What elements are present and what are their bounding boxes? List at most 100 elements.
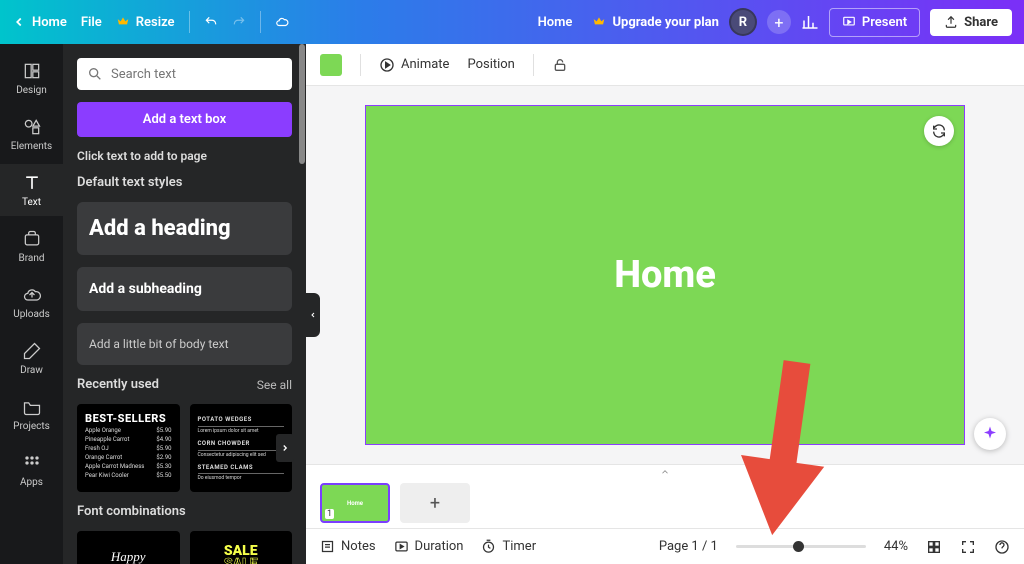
position-button[interactable]: Position [467,57,514,72]
resize-button[interactable]: Resize [116,15,175,30]
slide-text[interactable]: Home [614,253,716,297]
design-icon [22,61,42,81]
file-menu[interactable]: File [81,15,102,30]
font-combo-2[interactable]: SALE SALE SALE [190,531,293,564]
share-button[interactable]: Share [930,9,1012,36]
recent-header: Recently used See all [77,377,292,392]
analytics-icon[interactable] [801,13,819,31]
back-home-button[interactable]: Home [12,15,67,30]
rail-elements[interactable]: Elements [0,108,63,160]
canvas-toolbar: Animate Position [306,44,1024,86]
canvas-stage[interactable]: Home [306,86,1024,464]
home-label: Home [32,15,67,30]
slide[interactable]: Home [365,105,965,445]
avatar[interactable]: R [729,8,757,36]
separator [189,11,190,33]
color-swatch[interactable] [320,54,342,76]
separator [533,54,534,76]
play-icon [842,15,856,29]
chevron-left-icon [12,15,26,29]
rail-projects[interactable]: Projects [0,388,63,440]
see-all-link[interactable]: See all [257,378,292,392]
duration-icon [394,539,409,554]
main: Design Elements Text Brand Uploads Draw … [0,44,1024,564]
projects-icon [22,397,42,417]
zoom-knob[interactable] [793,541,804,552]
upload-icon [22,285,42,305]
recent-next-button[interactable] [276,434,294,462]
search-input[interactable] [111,67,282,82]
topbar-left: Home File Resize [12,11,289,33]
recent-label: Recently used [77,377,159,392]
add-text-box-button[interactable]: Add a text box [77,102,292,137]
rail-text[interactable]: Text [0,164,63,216]
collapse-thumbs[interactable] [306,464,1024,478]
chevron-left-icon [309,309,317,321]
upgrade-button[interactable]: Upgrade your plan [592,15,718,30]
grid-view-icon[interactable] [926,539,942,555]
click-hint: Click text to add to page [77,149,292,163]
thumbnail-strip: Home 1 + [306,478,1024,528]
timer-button[interactable]: Timer [481,539,536,554]
add-page-button[interactable]: + [400,483,470,523]
refresh-button[interactable] [924,116,954,146]
rail-brand[interactable]: Brand [0,220,63,272]
default-styles-label: Default text styles [77,175,292,190]
animate-button[interactable]: Animate [379,57,449,73]
page-indicator[interactable]: Page 1 / 1 [659,539,718,554]
font-combos-grid: Happy BIRTHDAY SALE SALE SALE [77,531,292,564]
topbar-right: Home Upgrade your plan R + Present Share [528,8,1012,37]
fullscreen-icon[interactable] [960,539,976,555]
rail-draw[interactable]: Draw [0,332,63,384]
add-heading-card[interactable]: Add a heading [77,202,292,255]
sparkle-icon [981,425,999,443]
text-icon [22,173,42,193]
animate-icon [379,57,395,73]
side-rail: Design Elements Text Brand Uploads Draw … [0,44,63,564]
redo-icon[interactable] [232,15,246,29]
draw-icon [22,341,42,361]
share-icon [944,15,958,29]
present-button[interactable]: Present [829,8,920,37]
page-thumb-1[interactable]: Home 1 [320,483,390,523]
timer-icon [481,539,496,554]
chevron-right-icon [280,443,290,453]
canvas-area: Animate Position Home Ho [306,44,1024,564]
scrollbar[interactable] [299,44,305,164]
elements-icon [22,117,42,137]
top-bar: Home File Resize Home Upgrade your plan … [0,0,1024,44]
duration-button[interactable]: Duration [394,539,464,554]
separator [360,54,361,76]
add-subheading-card[interactable]: Add a subheading [77,267,292,311]
cloud-icon[interactable] [275,15,289,29]
apps-icon [22,453,42,473]
notes-icon [320,539,335,554]
search-icon [87,66,103,82]
notes-button[interactable]: Notes [320,539,376,554]
rail-uploads[interactable]: Uploads [0,276,63,328]
crown-icon [116,15,130,29]
font-combos-label: Font combinations [77,504,292,519]
bottom-bar: Notes Duration Timer Page 1 / 1 44% [306,528,1024,564]
ai-sparkle-button[interactable] [974,418,1006,450]
recent-template-1[interactable]: BEST-SELLERS Apple Orange$5.90 Pineapple… [77,404,180,492]
doc-title[interactable]: Home [528,9,583,36]
add-user-button[interactable]: + [767,10,791,34]
brand-icon [22,229,42,249]
lock-icon[interactable] [552,57,568,73]
help-icon[interactable] [994,539,1010,555]
zoom-label[interactable]: 44% [884,539,908,554]
refresh-icon [931,123,947,139]
undo-icon[interactable] [204,15,218,29]
add-body-card[interactable]: Add a little bit of body text [77,323,292,365]
text-panel: Add a text box Click text to add to page… [63,44,306,564]
font-combo-1[interactable]: Happy BIRTHDAY [77,531,180,564]
rail-apps[interactable]: Apps [0,444,63,496]
separator [260,11,261,33]
search-box[interactable] [77,58,292,90]
chevron-up-icon [659,467,671,477]
recent-grid: BEST-SELLERS Apple Orange$5.90 Pineapple… [77,404,292,492]
rail-design[interactable]: Design [0,52,63,104]
collapse-panel-button[interactable] [306,293,320,337]
zoom-slider[interactable] [736,545,866,548]
